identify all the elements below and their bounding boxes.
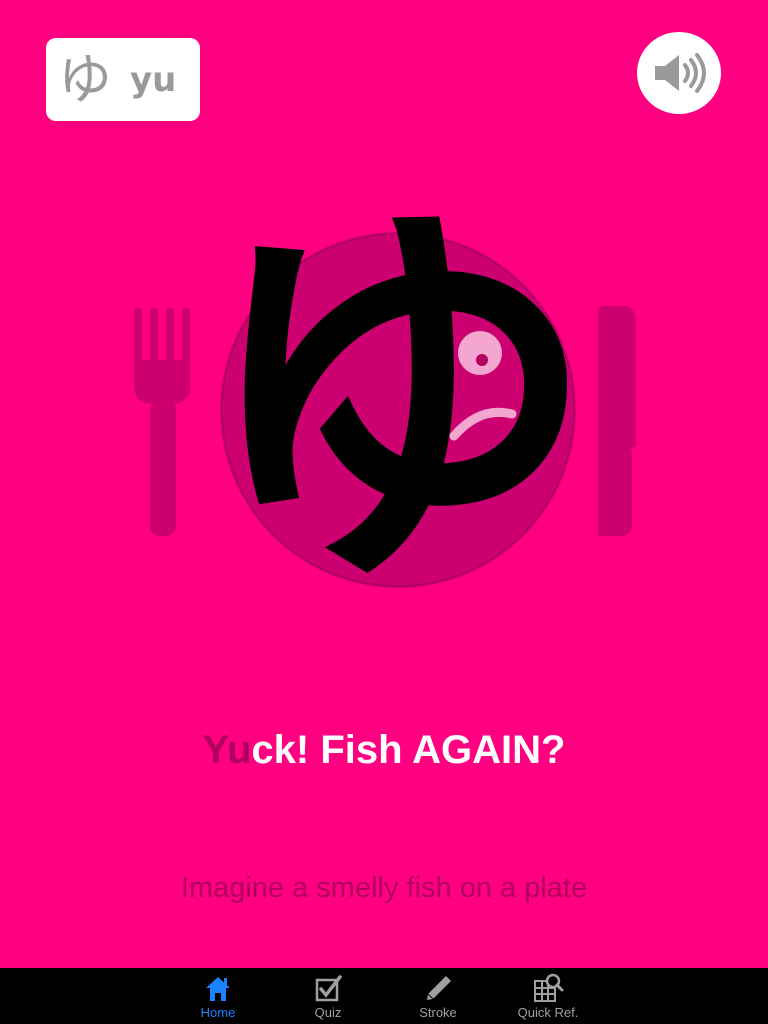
- home-icon: [206, 977, 230, 1001]
- checkbox-icon: [315, 975, 342, 1002]
- tab-quick-ref-label: Quick Ref.: [517, 1005, 579, 1020]
- tab-home[interactable]: Home: [163, 968, 273, 1024]
- headline-rest: ck! Fish AGAIN?: [251, 728, 566, 772]
- tab-quiz-label: Quiz: [314, 1005, 342, 1020]
- romaji-label: yu: [130, 59, 177, 100]
- pencil-icon: [427, 976, 451, 1000]
- tab-quick-ref[interactable]: Quick Ref.: [493, 968, 603, 1024]
- mnemonic-illustration: ゆ: [134, 200, 636, 600]
- tab-quiz[interactable]: Quiz: [273, 968, 383, 1024]
- mnemonic-description: Imagine a smelly fish on a plate: [180, 872, 588, 904]
- headline-highlight: Yu: [202, 728, 252, 772]
- fork-icon: [134, 308, 190, 536]
- tab-stroke[interactable]: Stroke: [383, 968, 493, 1024]
- tab-home-label: Home: [200, 1005, 236, 1020]
- kana-character: ゆ: [58, 47, 112, 111]
- sound-button[interactable]: [637, 32, 721, 114]
- grid-search-icon: [534, 973, 564, 1002]
- mnemonic-headline: Yuck! Fish AGAIN?: [0, 728, 768, 773]
- tab-bar: Home Quiz Stroke Quick Ref.: [0, 968, 768, 1024]
- knife-icon: [598, 305, 636, 536]
- large-kana: ゆ: [198, 200, 598, 600]
- tab-stroke-label: Stroke: [419, 1005, 457, 1020]
- speaker-icon: [655, 53, 706, 93]
- kana-badge[interactable]: ゆ yu: [46, 38, 200, 121]
